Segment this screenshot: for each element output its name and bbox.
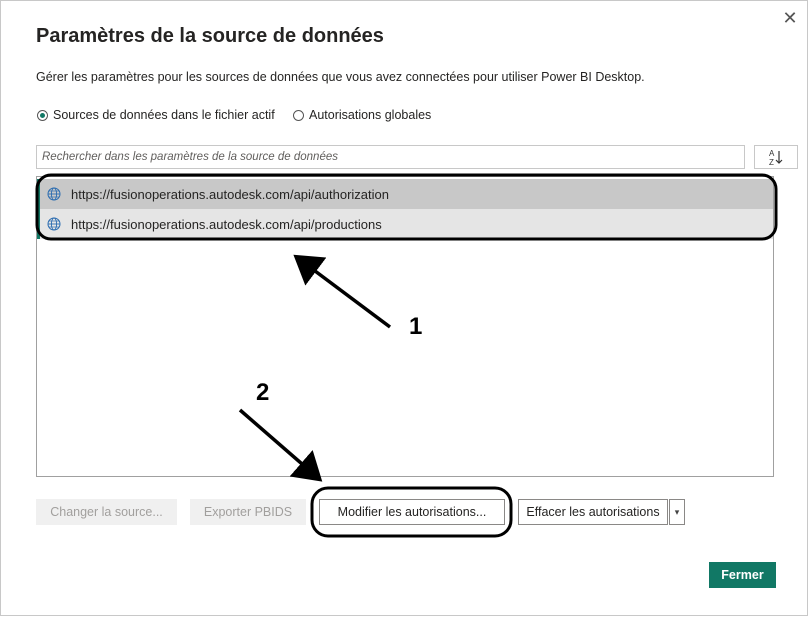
globe-icon [47,187,61,201]
dialog-title: Paramètres de la source de données [36,25,384,47]
annotation-label-2: 2 [256,379,270,406]
sort-az-icon: A Z [769,149,783,167]
sort-button[interactable]: A Z [754,145,798,169]
globe-icon [47,217,61,231]
close-button[interactable]: Fermer [709,562,776,588]
svg-text:Z: Z [769,158,774,167]
export-pbids-button[interactable]: Exporter PBIDS [190,499,306,525]
radio-global-permissions[interactable]: Autorisations globales [293,108,431,122]
selection-indicator [37,179,40,209]
data-source-settings-dialog: ✕ Paramètres de la source de données Gér… [0,0,808,616]
svg-text:A: A [769,149,775,158]
annotation-label-1: 1 [409,313,423,340]
data-source-list[interactable]: https://fusionoperations.autodesk.com/ap… [36,176,774,477]
radio-button-icon[interactable] [293,109,304,121]
data-source-url: https://fusionoperations.autodesk.com/ap… [71,216,382,232]
close-icon[interactable]: ✕ [779,7,801,29]
selection-indicator [37,209,40,239]
search-input[interactable] [36,145,745,169]
radio-button-icon[interactable] [37,109,48,121]
radio-current-file-label: Sources de données dans le fichier actif [53,108,275,122]
clear-permissions-button[interactable]: Effacer les autorisations [518,499,668,525]
data-source-url: https://fusionoperations.autodesk.com/ap… [71,186,389,202]
radio-current-file[interactable]: Sources de données dans le fichier actif [37,108,275,122]
list-item[interactable]: https://fusionoperations.autodesk.com/ap… [37,209,773,239]
list-item[interactable]: https://fusionoperations.autodesk.com/ap… [37,179,773,209]
radio-global-permissions-label: Autorisations globales [309,108,432,122]
change-source-button[interactable]: Changer la source... [36,499,177,525]
chevron-down-icon[interactable]: ▾ [669,499,685,525]
dialog-description: Gérer les paramètres pour les sources de… [36,70,645,84]
edit-permissions-button[interactable]: Modifier les autorisations... [319,499,505,525]
